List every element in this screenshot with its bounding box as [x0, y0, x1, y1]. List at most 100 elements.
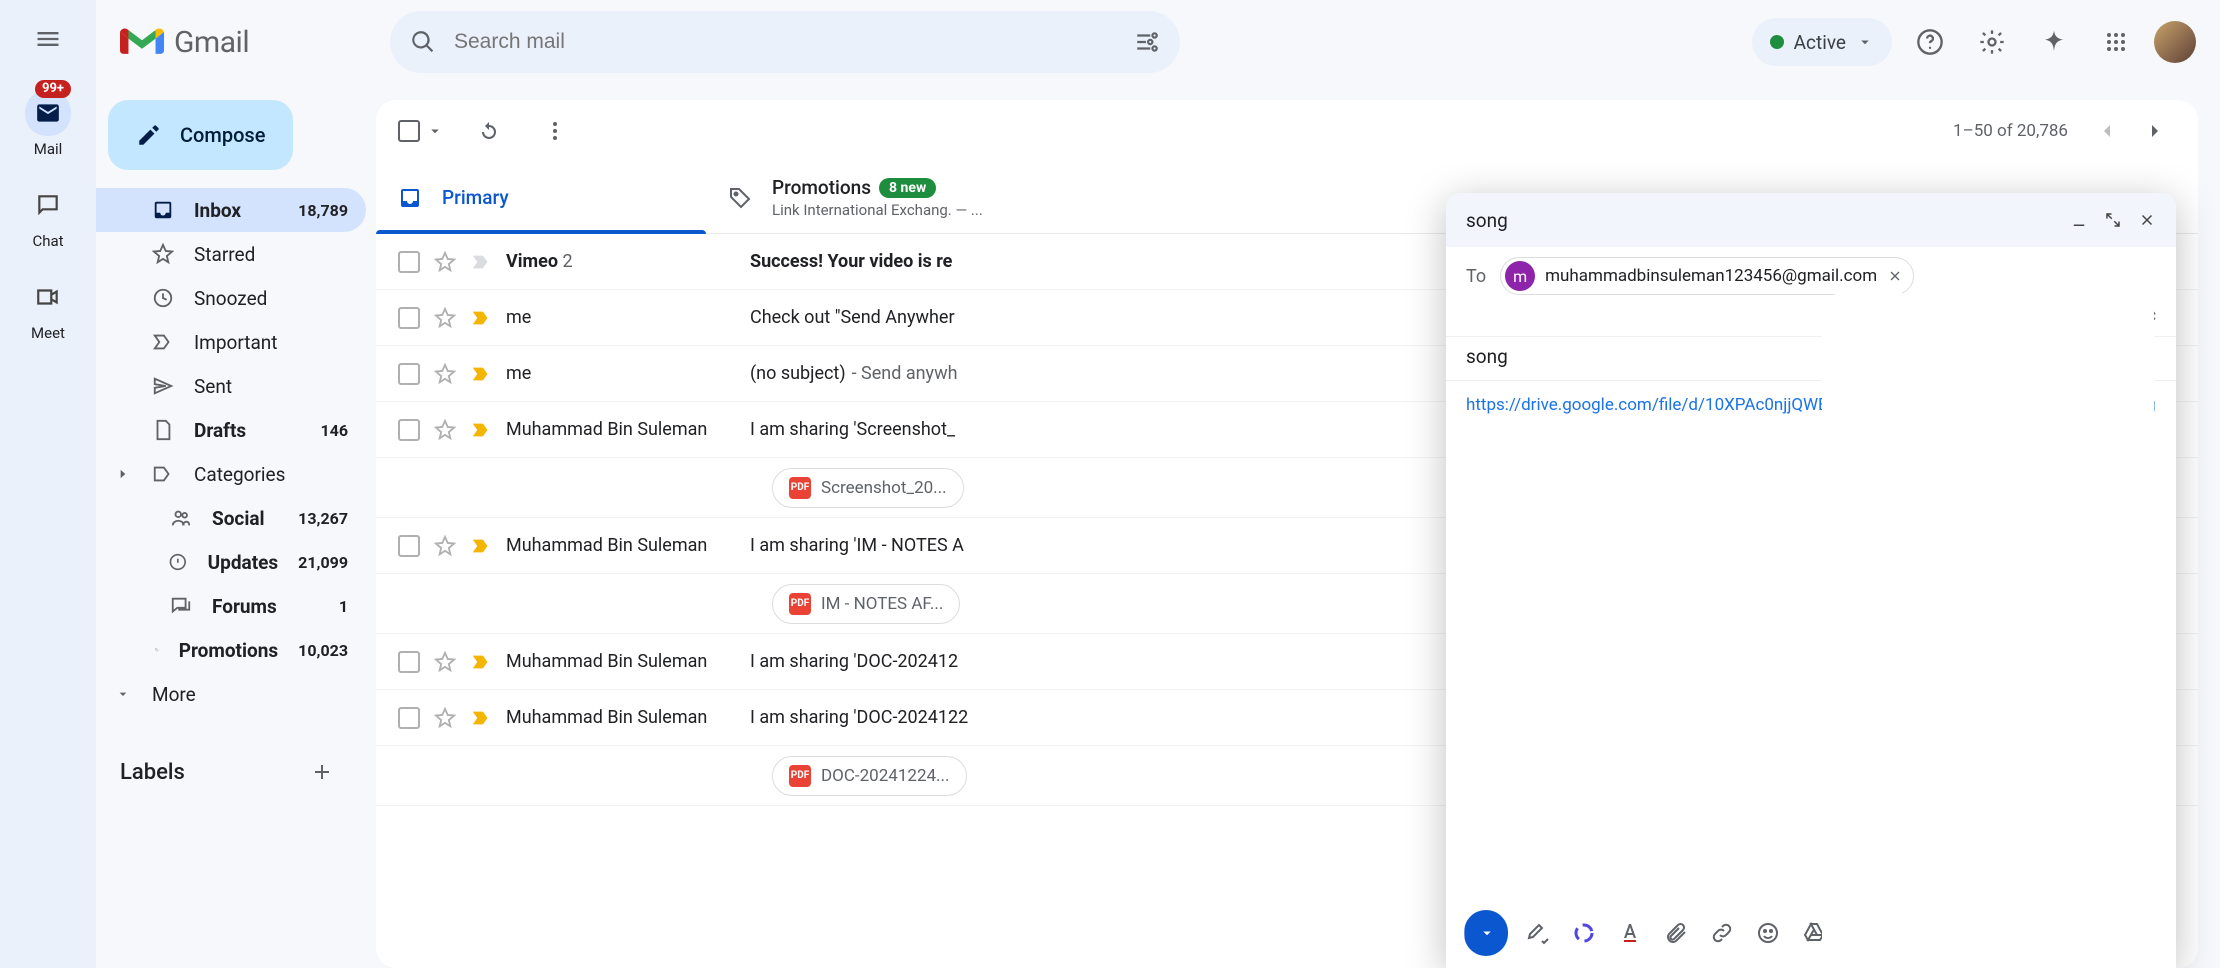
draft-icon [152, 419, 174, 441]
row-checkbox[interactable] [398, 535, 420, 557]
important-marker[interactable] [470, 363, 492, 385]
app-name: Gmail [174, 25, 249, 60]
recipient-chip[interactable]: m muhammadbinsuleman123456@gmail.com [1500, 257, 1914, 295]
attachment-chip[interactable]: PDFIM - NOTES AF... [772, 584, 960, 624]
compose-header[interactable]: song [1446, 193, 2176, 247]
rail-mail[interactable]: 99+ Mail [25, 90, 71, 158]
sidebar-item-starred[interactable]: Starred [96, 232, 366, 276]
compose-fullscreen-button[interactable] [2104, 211, 2122, 229]
star-button[interactable] [434, 651, 456, 673]
next-page-button[interactable] [2134, 110, 2176, 152]
search-bar[interactable] [390, 11, 1180, 73]
star-button[interactable] [434, 707, 456, 729]
important-icon [470, 251, 492, 273]
compose-title: song [1466, 209, 1508, 232]
pdf-icon: PDF [789, 765, 811, 787]
text-format-icon [1618, 921, 1642, 945]
row-checkbox[interactable] [398, 363, 420, 385]
video-icon [35, 284, 61, 310]
compose-minimize-button[interactable] [2070, 211, 2088, 229]
rail-chat-label: Chat [32, 232, 63, 250]
sidebar-item-inbox[interactable]: Inbox18,789 [96, 188, 366, 232]
important-marker[interactable] [470, 707, 492, 729]
apps-button[interactable] [2092, 18, 2140, 66]
important-marker[interactable] [470, 307, 492, 329]
sidebar-item-count: 21,099 [298, 553, 348, 572]
settings-button[interactable] [1968, 18, 2016, 66]
insert-emoji-button[interactable] [1752, 917, 1784, 949]
rail-chat[interactable]: Chat [25, 182, 71, 250]
send-icon [152, 375, 174, 397]
mail-unread-badge: 99+ [35, 80, 71, 98]
search-input[interactable] [454, 30, 1116, 54]
important-marker[interactable] [470, 251, 492, 273]
row-checkbox[interactable] [398, 651, 420, 673]
forums-icon [170, 595, 192, 617]
add-label-button[interactable] [302, 752, 342, 792]
emoji-icon [1756, 921, 1780, 945]
send-options-button[interactable] [1464, 924, 1508, 942]
more-button[interactable] [534, 110, 576, 152]
apps-grid-icon [2104, 30, 2128, 54]
sidebar-item-more[interactable]: More [96, 672, 366, 716]
sidebar-item-important[interactable]: Important [96, 320, 366, 364]
prev-page-button[interactable] [2086, 110, 2128, 152]
compose-close-button[interactable] [2138, 211, 2156, 229]
sidebar-item-forums[interactable]: Forums1 [96, 584, 366, 628]
attachment-chip[interactable]: PDFDOC-20241224... [772, 756, 967, 796]
row-sender: Muhammad Bin Suleman [506, 707, 736, 728]
important-marker[interactable] [470, 419, 492, 441]
star-icon [152, 243, 174, 265]
star-button[interactable] [434, 307, 456, 329]
main-menu-button[interactable] [21, 12, 75, 66]
sidebar-item-drafts[interactable]: Drafts146 [96, 408, 366, 452]
row-checkbox[interactable] [398, 251, 420, 273]
spinner-icon [1572, 921, 1596, 945]
important-marker[interactable] [470, 651, 492, 673]
gmail-logo[interactable]: Gmail [120, 25, 390, 60]
remove-recipient-icon[interactable] [1887, 268, 1903, 284]
status-chip[interactable]: Active [1752, 18, 1892, 66]
gemini-button[interactable] [2030, 18, 2078, 66]
chevron-right-icon [2143, 119, 2167, 143]
pdf-icon: PDF [789, 477, 811, 499]
status-label: Active [1794, 31, 1846, 54]
star-button[interactable] [434, 419, 456, 441]
sparkle-icon [2040, 28, 2068, 56]
select-all-checkbox[interactable] [398, 120, 444, 142]
row-checkbox[interactable] [398, 307, 420, 329]
support-button[interactable] [1906, 18, 1954, 66]
refresh-button[interactable] [468, 110, 510, 152]
sidebar-item-snoozed[interactable]: Snoozed [96, 276, 366, 320]
send-button[interactable]: Send [1464, 910, 1508, 956]
star-button[interactable] [434, 535, 456, 557]
sidebar-item-promotions[interactable]: Promotions10,023 [96, 628, 366, 672]
promo-icon [155, 639, 159, 661]
compose-to-label: To [1466, 266, 1486, 287]
star-button[interactable] [434, 251, 456, 273]
sidebar-item-social[interactable]: Social13,267 [96, 496, 366, 540]
sidebar-item-updates[interactable]: Updates21,099 [96, 540, 366, 584]
signature-button[interactable] [1522, 917, 1554, 949]
sidebar-item-categories[interactable]: Categories [96, 452, 366, 496]
text-format-button[interactable] [1614, 917, 1646, 949]
attach-file-button[interactable] [1660, 917, 1692, 949]
account-avatar[interactable] [2154, 21, 2196, 63]
compose-label: Compose [180, 123, 265, 147]
status-dot-icon [1770, 35, 1784, 49]
tab-primary[interactable]: Primary [376, 162, 706, 233]
sidebar-item-sent[interactable]: Sent [96, 364, 366, 408]
star-button[interactable] [434, 363, 456, 385]
row-checkbox[interactable] [398, 419, 420, 441]
tab-promotions[interactable]: Promotions 8 new Link International Exch… [706, 162, 1126, 233]
insert-link-button[interactable] [1706, 917, 1738, 949]
chevron-down-icon [1478, 924, 1496, 942]
row-checkbox[interactable] [398, 707, 420, 729]
important-marker[interactable] [470, 535, 492, 557]
refresh-icon [477, 119, 501, 143]
star-icon [434, 651, 456, 673]
search-options-icon[interactable] [1134, 29, 1160, 55]
compose-button[interactable]: Compose [108, 100, 293, 170]
rail-meet[interactable]: Meet [25, 274, 71, 342]
attachment-chip[interactable]: PDFScreenshot_20... [772, 468, 964, 508]
